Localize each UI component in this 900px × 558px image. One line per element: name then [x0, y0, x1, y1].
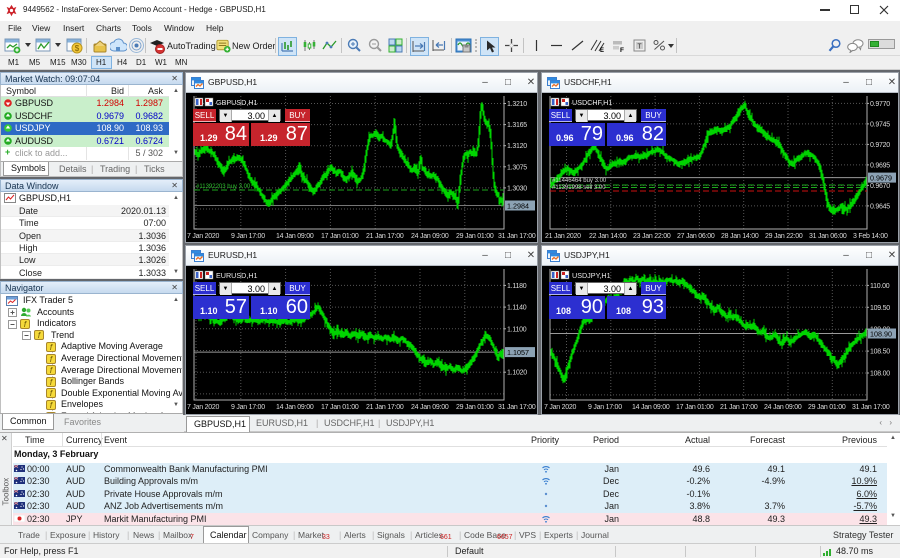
svg-text:1.3075: 1.3075: [507, 164, 527, 171]
svg-text:1.1020: 1.1020: [507, 370, 527, 377]
svg-text:3 Feb 14:00: 3 Feb 14:00: [853, 233, 888, 240]
svg-text:1.1140: 1.1140: [507, 305, 527, 312]
svg-text:E: E: [600, 48, 604, 54]
svg-text:#11446464 buy 3.00: #11446464 buy 3.00: [552, 178, 607, 184]
svg-text:0.9745: 0.9745: [870, 121, 890, 128]
svg-text:0.9679: 0.9679: [870, 174, 892, 183]
svg-text:14 Jan 09:00: 14 Jan 09:00: [276, 233, 314, 240]
svg-text:F: F: [620, 47, 624, 54]
svg-text:29 Jan 22:00: 29 Jan 22:00: [765, 233, 803, 240]
svg-text:7 Jan 2020: 7 Jan 2020: [187, 404, 219, 411]
svg-text:#11392203 buy 3.00: #11392203 buy 3.00: [196, 184, 251, 190]
svg-text:1.3120: 1.3120: [507, 143, 527, 150]
svg-text:1.1180: 1.1180: [507, 283, 527, 290]
svg-text:21 Jan 2020: 21 Jan 2020: [545, 233, 581, 240]
svg-text:1.3210: 1.3210: [507, 101, 527, 108]
svg-text:14 Jan 09:00: 14 Jan 09:00: [632, 404, 670, 411]
svg-text:1.3165: 1.3165: [507, 122, 527, 129]
svg-text:17 Jan 01:00: 17 Jan 01:00: [321, 404, 359, 411]
svg-text:9 Jan 17:00: 9 Jan 17:00: [588, 404, 622, 411]
svg-text:108.50: 108.50: [870, 349, 890, 356]
svg-text:21 Jan 17:00: 21 Jan 17:00: [366, 233, 404, 240]
svg-text:0.9645: 0.9645: [870, 203, 890, 210]
svg-text:9 Jan 17:00: 9 Jan 17:00: [231, 233, 265, 240]
svg-text:28 Jan 14:00: 28 Jan 14:00: [721, 233, 759, 240]
svg-text:GBPUSD,H1: GBPUSD,H1: [216, 98, 258, 107]
svg-text:109.50: 109.50: [870, 305, 890, 312]
svg-text:21 Jan 17:00: 21 Jan 17:00: [720, 404, 758, 411]
svg-text:108.00: 108.00: [870, 371, 890, 378]
svg-text:1.3030: 1.3030: [507, 185, 527, 192]
svg-text:0.9720: 0.9720: [870, 142, 890, 149]
svg-text:USDCHF,H1: USDCHF,H1: [572, 98, 612, 107]
svg-text:0.9670: 0.9670: [870, 183, 890, 190]
svg-text:14 Jan 09:00: 14 Jan 09:00: [276, 404, 314, 411]
svg-text:108.90: 108.90: [870, 330, 892, 339]
svg-text:17 Jan 01:00: 17 Jan 01:00: [321, 233, 359, 240]
svg-text:31 Jan 17:00: 31 Jan 17:00: [498, 404, 536, 411]
svg-text:T: T: [637, 44, 642, 51]
svg-text:23 Jan 22:00: 23 Jan 22:00: [633, 233, 671, 240]
svg-text:17 Jan 01:00: 17 Jan 01:00: [676, 404, 714, 411]
svg-text:7 Jan 2020: 7 Jan 2020: [544, 404, 576, 411]
svg-text:1.1100: 1.1100: [507, 326, 527, 333]
svg-text:EURUSD,H1: EURUSD,H1: [216, 271, 258, 280]
svg-text:0.9695: 0.9695: [870, 162, 890, 169]
svg-text:31 Jan 17:00: 31 Jan 17:00: [852, 404, 890, 411]
svg-text:29 Jan 01:00: 29 Jan 01:00: [456, 233, 494, 240]
svg-text:$: $: [75, 44, 80, 53]
svg-text:22 Jan 14:00: 22 Jan 14:00: [589, 233, 627, 240]
svg-text:#11391998 sell 3.00: #11391998 sell 3.00: [552, 185, 606, 191]
svg-text:110.00: 110.00: [870, 283, 890, 290]
svg-text:27 Jan 06:00: 27 Jan 06:00: [677, 233, 715, 240]
svg-text:31 Jan 17:00: 31 Jan 17:00: [498, 233, 536, 240]
svg-text:9 Jan 17:00: 9 Jan 17:00: [231, 404, 265, 411]
svg-text:USDJPY,H1: USDJPY,H1: [572, 271, 611, 280]
svg-text:0.9770: 0.9770: [870, 101, 890, 108]
svg-text:24 Jan 09:00: 24 Jan 09:00: [411, 233, 449, 240]
svg-text:29 Jan 01:00: 29 Jan 01:00: [808, 404, 846, 411]
svg-text:24 Jan 09:00: 24 Jan 09:00: [411, 404, 449, 411]
svg-text:21 Jan 17:00: 21 Jan 17:00: [366, 404, 404, 411]
svg-text:31 Jan 06:00: 31 Jan 06:00: [809, 233, 847, 240]
svg-text:7 Jan 2020: 7 Jan 2020: [187, 233, 219, 240]
svg-text:24 Jan 09:00: 24 Jan 09:00: [764, 404, 802, 411]
svg-text:1.2984: 1.2984: [507, 202, 529, 211]
svg-text:1.1057: 1.1057: [507, 348, 529, 357]
svg-text:29 Jan 01:00: 29 Jan 01:00: [456, 404, 494, 411]
